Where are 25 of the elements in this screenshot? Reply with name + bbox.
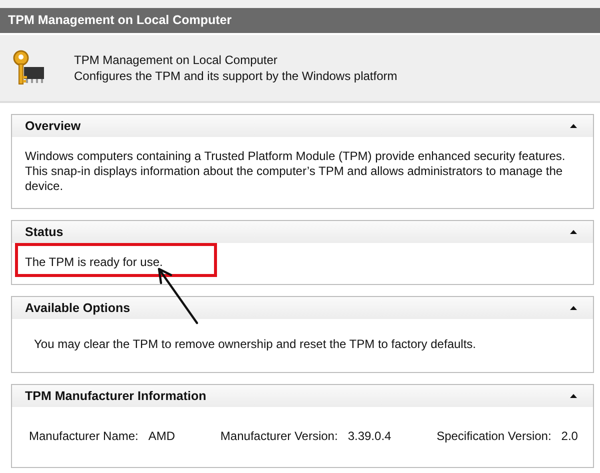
section-header[interactable]: Overview [12, 115, 593, 137]
field-value: 2.0 [561, 429, 578, 443]
collapse-caret-icon[interactable] [570, 230, 577, 234]
section-header[interactable]: TPM Manufacturer Information [12, 385, 593, 407]
collapse-caret-icon[interactable] [570, 394, 577, 398]
field-label: Manufacturer Version: [220, 429, 338, 443]
header-title: TPM Management on Local Computer [74, 52, 278, 68]
header-description: Configures the TPM and its support by the Windows platform [74, 68, 398, 84]
section-text: You may clear the TPM to remove ownership and reset the TPM to factory defaults. [34, 337, 476, 352]
section-text: Windows computers containing a Trusted Platform Module (TPM) provide enhanced security features. This snap-in displays information about the computer’s TPM and allows administrators to manage the device. [25, 149, 566, 194]
window-title: TPM Management on Local Computer [0, 8, 600, 35]
section-title: Overview [25, 119, 81, 133]
section-text: The TPM is ready for use. [25, 255, 163, 270]
field-value: AMD [148, 429, 176, 443]
collapse-caret-icon[interactable] [570, 306, 577, 310]
section-header[interactable]: Status [12, 221, 593, 243]
field-value: 3.39.0.4 [348, 429, 392, 443]
section-title: Status [25, 225, 64, 239]
field-label: Manufacturer Name: [29, 429, 138, 443]
section-title: Available Options [25, 301, 130, 315]
section-title: TPM Manufacturer Information [25, 389, 206, 403]
collapse-caret-icon[interactable] [570, 124, 577, 128]
section-header[interactable]: Available Options [12, 297, 593, 319]
key-chip-icon [12, 49, 46, 87]
field-label: Specification Version: [436, 429, 552, 443]
